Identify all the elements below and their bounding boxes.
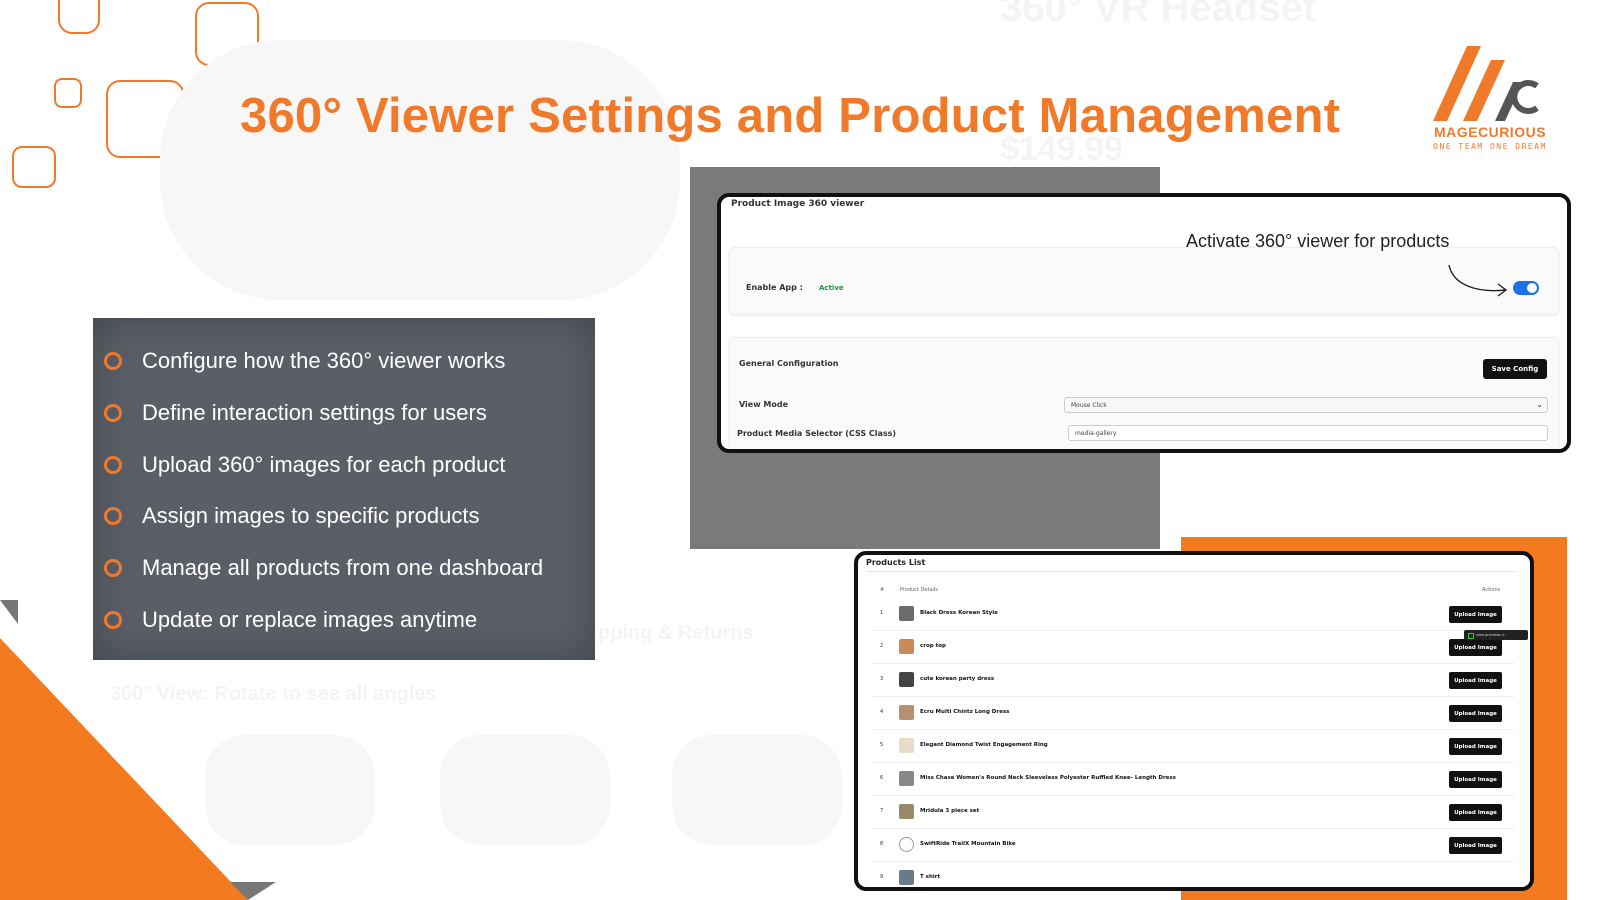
feature-text: Manage all products from one dashboard	[142, 555, 544, 580]
product-thumbnail	[899, 804, 914, 819]
save-config-button[interactable]: Save Config	[1483, 359, 1547, 379]
selector-value: media-gallery	[1075, 429, 1117, 437]
feature-item: Define interaction settings for users	[93, 393, 595, 433]
feature-item: Update or replace images anytime	[93, 600, 595, 640]
general-config-label: General Configuration	[739, 359, 839, 368]
row-num: 9	[880, 874, 884, 880]
upload-image-button[interactable]: Upload Image	[1449, 771, 1502, 788]
table-row: 2 crop top Upload Image	[872, 631, 1514, 664]
enable-panel	[729, 247, 1559, 315]
bullet-ring-icon	[104, 507, 122, 525]
feature-item: Upload 360° images for each product	[93, 445, 595, 485]
logo-brand: MAGECURIOUS	[1433, 124, 1547, 140]
feature-item: Assign images to specific products	[93, 496, 595, 536]
upload-image-button[interactable]: Upload Image	[1449, 705, 1502, 722]
settings-header: Product Image 360 viewer	[731, 199, 865, 209]
col-details: Product Details	[900, 587, 938, 593]
product-thumbnail	[899, 705, 914, 720]
feature-item: Manage all products from one dashboard	[93, 548, 595, 588]
row-num: 3	[880, 676, 884, 682]
product-thumbnail	[899, 870, 914, 885]
upload-image-button[interactable]: Upload Image	[1449, 639, 1502, 656]
row-num: 1	[880, 610, 884, 616]
upload-image-button[interactable]: Upload Image	[1449, 672, 1502, 689]
product-name: T shirt	[920, 874, 941, 880]
table-row: 5 Elegant Diamond Twist Engagement Ring …	[872, 730, 1514, 763]
bike-icon	[899, 837, 914, 852]
toggle-annotation: Activate 360° viewer for products	[1186, 231, 1450, 251]
product-name: Miss Chase Women's Round Neck Sleeveless…	[920, 775, 1176, 781]
row-num: 8	[880, 841, 884, 847]
bullet-ring-icon	[104, 404, 122, 422]
features-panel: Configure how the 360° viewer works Defi…	[93, 318, 595, 660]
product-thumbnail	[899, 606, 914, 621]
logo-mark-icon	[1433, 46, 1539, 121]
product-thumbnail	[899, 639, 914, 654]
bullet-ring-icon	[104, 611, 122, 629]
row-num: 5	[880, 742, 884, 748]
feature-text: Configure how the 360° viewer works	[142, 348, 506, 373]
upload-image-button[interactable]: Upload Image	[1449, 837, 1502, 854]
products-header: Products List	[866, 558, 926, 567]
page-title: 360° Viewer Settings and Product Managem…	[240, 89, 1341, 143]
annotation-arrow-icon	[1448, 264, 1508, 297]
bullet-ring-icon	[104, 352, 122, 370]
products-screenshot: Products List # Product Details Actions …	[854, 551, 1534, 891]
watermark-heading: 360° VR Headset	[1000, 0, 1317, 30]
settings-screenshot: Product Image 360 viewer Activate 360° v…	[717, 193, 1571, 453]
watermark-thumb	[440, 735, 610, 845]
product-name: Black Dress Korean Style	[920, 610, 998, 616]
row-num: 4	[880, 709, 884, 715]
chevron-down-icon: ⌄	[1536, 400, 1543, 409]
feature-text: Assign images to specific products	[142, 503, 480, 528]
row-num: 6	[880, 775, 884, 781]
table-row: 4 Ecru Multi Chintz Long Dress Upload Im…	[872, 697, 1514, 730]
row-num: 7	[880, 808, 884, 814]
product-thumbnail	[899, 738, 914, 753]
upload-image-button[interactable]: Upload Image	[1449, 804, 1502, 821]
feature-text: Upload 360° images for each product	[142, 452, 506, 477]
product-name: Mridula 3 piece set	[920, 808, 980, 814]
feature-item: Configure how the 360° viewer works	[93, 341, 595, 381]
upload-image-button[interactable]: Upload Image	[1449, 606, 1502, 623]
bullet-ring-icon	[104, 456, 122, 474]
logo-tagline: ONE TEAM ONE DREAM	[1433, 142, 1547, 151]
watermark-thumb	[672, 735, 842, 845]
selector-label: Product Media Selector (CSS Class)	[737, 429, 897, 438]
decor-square	[54, 78, 82, 108]
product-thumbnail	[899, 771, 914, 786]
enable-app-toggle[interactable]	[1513, 281, 1539, 295]
selector-input[interactable]: media-gallery	[1068, 425, 1548, 441]
product-name: Ecru Multi Chintz Long Dress	[920, 709, 1010, 715]
col-actions: Actions	[1482, 587, 1501, 593]
table-row: 7 Mridula 3 piece set Upload Image	[872, 796, 1514, 829]
view-mode-label: View Mode	[739, 400, 789, 409]
watermark-headset	[160, 40, 680, 300]
table-row: 6 Miss Chase Women's Round Neck Sleevele…	[872, 763, 1514, 796]
product-name: cute korean party dress	[920, 676, 995, 682]
feature-text: Define interaction settings for users	[142, 400, 487, 425]
table-row: 3 cute korean party dress Upload Image	[872, 664, 1514, 697]
decor-square	[12, 146, 56, 188]
view-mode-select[interactable]: Mouse Click ⌄	[1064, 397, 1548, 413]
table-row: 8 SwiftRide TrailX Mountain Bike Upload …	[872, 829, 1514, 862]
decor-square	[58, 0, 100, 34]
watermark-sub: pping & Returns	[598, 622, 754, 644]
view-mode-value: Mouse Click	[1071, 401, 1107, 409]
brand-logo: MAGECURIOUS ONE TEAM ONE DREAM	[1425, 46, 1555, 156]
preview-toast[interactable]: view previews ⊙	[1464, 630, 1528, 640]
enable-app-label: Enable App :	[746, 283, 803, 292]
enable-status: Active	[819, 284, 844, 292]
product-thumbnail	[899, 672, 914, 687]
product-name: Elegant Diamond Twist Engagement Ring	[920, 742, 1048, 748]
feature-text: Update or replace images anytime	[142, 607, 478, 632]
product-name: crop top	[920, 643, 946, 649]
table-row: 1 Black Dress Korean Style Upload Image	[872, 598, 1514, 631]
row-num: 2	[880, 643, 884, 649]
table-row: 9 T shirt	[872, 862, 1514, 887]
upload-image-button[interactable]: Upload Image	[1449, 738, 1502, 755]
col-num: #	[880, 587, 885, 593]
bullet-ring-icon	[104, 559, 122, 577]
product-name: SwiftRide TrailX Mountain Bike	[920, 841, 1016, 847]
